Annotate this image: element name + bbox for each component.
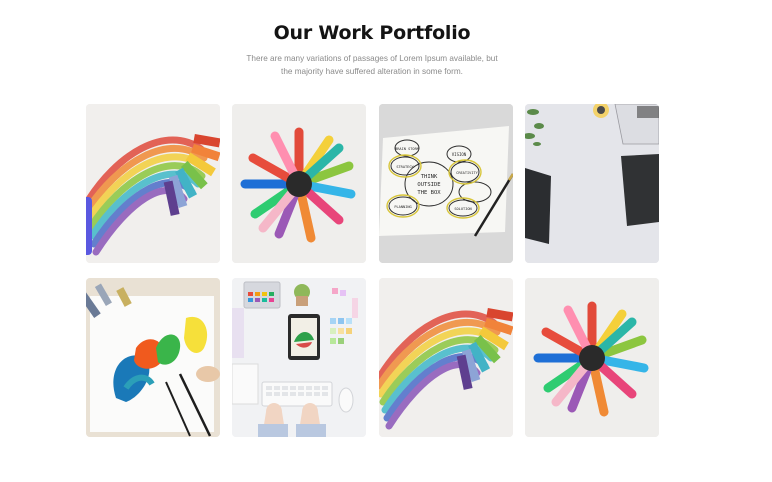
paint-strokes-image — [86, 278, 220, 437]
design-desk-image — [232, 278, 366, 437]
sketch-word-the-box: THE BOX — [417, 190, 441, 196]
rainbow-crayons-image-2 — [379, 278, 513, 437]
rainbow-crayons-image — [86, 104, 220, 263]
sketch-word-strategy: STRATEGY — [396, 165, 414, 169]
portfolio-subtitle: There are many variations of passages of… — [232, 52, 512, 78]
portfolio-item-colored-markers-2[interactable] — [525, 278, 659, 437]
portfolio-item-colored-markers[interactable] — [232, 104, 366, 263]
colored-markers-image — [232, 104, 366, 263]
sketch-word-solution: SOLUTION — [454, 207, 471, 211]
sketch-word-outside: OUTSIDE — [417, 182, 440, 188]
sketch-word-planning: PLANNING — [394, 205, 411, 209]
subtitle-line-2: the majority have suffered alteration in… — [281, 67, 463, 76]
sketch-word-brainstorm: BRAIN STORM — [395, 147, 420, 151]
sketch-word-creativity: CREATIVITY — [456, 171, 478, 175]
portfolio-item-think-outside-sketch[interactable]: THINK OUTSIDE THE BOX VISION BRAIN STORM… — [379, 104, 513, 263]
sketch-word-vision: VISION — [452, 152, 467, 157]
portfolio-item-design-desk[interactable] — [232, 278, 366, 437]
side-tab-handle[interactable] — [86, 197, 92, 255]
portfolio-item-desk-devices[interactable] — [525, 104, 659, 263]
portfolio-item-rainbow-crayons[interactable] — [86, 104, 220, 263]
think-outside-sketch-image: THINK OUTSIDE THE BOX VISION BRAIN STORM… — [379, 104, 513, 263]
sketch-word-think: THINK — [421, 174, 438, 180]
colored-markers-image-2 — [525, 278, 659, 437]
portfolio-title: Our Work Portfolio — [273, 22, 471, 44]
subtitle-line-1: There are many variations of passages of… — [246, 54, 498, 63]
portfolio-item-rainbow-crayons-2[interactable] — [379, 278, 513, 437]
desk-devices-image — [525, 104, 659, 263]
portfolio-item-paint-strokes[interactable] — [86, 278, 220, 437]
